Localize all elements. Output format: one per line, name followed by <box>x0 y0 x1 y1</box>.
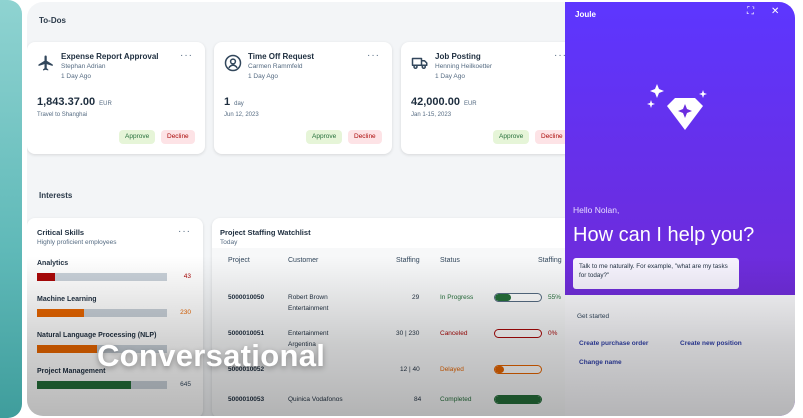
todo-age: 1 Day Ago <box>248 73 278 80</box>
expand-icon[interactable]: ⛶ <box>747 6 754 17</box>
project-id[interactable]: 5000010051 <box>228 330 264 337</box>
airplane-icon <box>38 55 53 71</box>
skill-value: 43 <box>183 273 191 280</box>
todo-subtitle: Travel to Shanghai <box>37 112 88 118</box>
todo-unit: day <box>234 101 244 107</box>
customer-name: Robert Brown <box>288 294 328 301</box>
skill-name: Analytics <box>37 260 69 267</box>
todo-card-job-posting[interactable]: Job Posting Henning Heilkoetter 1 Day Ag… <box>401 42 579 154</box>
watchlist-title: Project Staffing Watchlist <box>220 228 311 237</box>
skill-bar-fill <box>37 345 97 353</box>
staffing-count: 84 <box>414 396 422 403</box>
adjacent-slide-edge <box>0 0 22 418</box>
project-id[interactable]: 5000010050 <box>228 294 264 301</box>
decline-button[interactable]: Decline <box>348 130 382 144</box>
joule-suggestions-area: Get started Create purchase order Create… <box>565 295 795 416</box>
more-options-icon[interactable]: ··· <box>180 50 193 61</box>
joule-title: Joule <box>575 10 596 19</box>
todo-card-expense[interactable]: Expense Report Approval Stephan Adrian 1… <box>27 42 205 154</box>
watchlist-table: Project Customer Staffing Status Staffin… <box>212 248 612 416</box>
staffing-progress-fill <box>495 366 505 373</box>
skill-bar-fill <box>37 309 84 317</box>
todo-card-time-off[interactable]: Time Off Request Carmen Rammfeld 1 Day A… <box>214 42 392 154</box>
headline-text: How can I help you? <box>573 224 755 246</box>
todos-section-title: To-Dos <box>39 16 66 25</box>
more-options-icon[interactable]: ··· <box>178 226 191 237</box>
skills-subtitle: Highly proficient employees <box>37 239 117 246</box>
staffing-progress-bar <box>494 395 542 404</box>
column-header-staffing-progress: Staffing <box>538 257 562 264</box>
chip-change-name[interactable]: Change name <box>579 359 622 366</box>
customer-name-line2: Entertainment <box>288 305 329 312</box>
approve-button[interactable]: Approve <box>306 130 343 144</box>
critical-skills-card[interactable]: Critical Skills Highly proficient employ… <box>27 218 203 416</box>
todo-person: Stephan Adrian <box>61 63 106 70</box>
todo-person: Carmen Rammfeld <box>248 63 303 70</box>
staffing-percent: 55% <box>548 294 562 301</box>
todo-title: Expense Report Approval <box>61 52 159 61</box>
skill-bar-fill <box>37 381 131 389</box>
approve-button[interactable]: Approve <box>493 130 530 144</box>
staffing-progress-bar <box>494 329 542 338</box>
staffing-count: 29 <box>412 294 420 301</box>
skill-bar-fill <box>37 273 56 281</box>
skill-value: 645 <box>180 381 191 388</box>
skill-value: 230 <box>180 309 191 316</box>
staffing-progress-bar <box>494 365 542 374</box>
column-header-customer: Customer <box>288 257 319 264</box>
staffing-percent: 0% <box>548 330 558 337</box>
todo-age: 1 Day Ago <box>435 73 465 80</box>
skill-name: Machine Learning <box>37 296 97 303</box>
project-id[interactable]: 5000010053 <box>228 396 264 403</box>
staffing-count: 12 | 40 <box>400 366 420 373</box>
staffing-progress-fill <box>495 396 541 403</box>
interests-section-title: Interests <box>39 191 73 200</box>
skill-bar <box>37 309 167 317</box>
watchlist-subtitle: Today <box>220 239 238 246</box>
todo-unit: EUR <box>99 101 112 107</box>
approve-button[interactable]: Approve <box>119 130 156 144</box>
todo-subtitle: Jan 1-15, 2023 <box>411 112 452 118</box>
diamond-sparkle-icon <box>647 84 707 130</box>
todo-title: Job Posting <box>435 52 481 61</box>
todo-amount: 42,000.00 EUR <box>411 96 477 108</box>
todo-amount: 1 day <box>224 96 244 108</box>
app-preview-frame: To-Dos Expense Report Approval Stephan A… <box>27 2 795 416</box>
skill-bar <box>37 273 167 281</box>
greeting-text: Hello Nolan, <box>573 205 620 215</box>
todo-title: Time Off Request <box>248 52 315 61</box>
staffing-progress-fill <box>495 294 512 301</box>
chip-create-purchase-order[interactable]: Create purchase order <box>579 340 648 347</box>
todo-age: 1 Day Ago <box>61 73 91 80</box>
todo-subtitle: Jun 12, 2023 <box>224 112 259 118</box>
decline-button[interactable]: Decline <box>535 130 569 144</box>
more-options-icon[interactable]: ··· <box>367 50 380 61</box>
customer-name: Entertainment <box>288 330 329 337</box>
todo-person: Henning Heilkoetter <box>435 63 493 70</box>
skill-name: Project Management <box>37 368 106 375</box>
skill-bar <box>37 381 167 389</box>
decline-button[interactable]: Decline <box>161 130 195 144</box>
customer-name: Quinica Vodafonos <box>288 396 343 403</box>
status-text: In Progress <box>440 294 474 301</box>
staffing-watchlist-card[interactable]: Project Staffing Watchlist Today Project… <box>212 218 612 416</box>
column-header-staffing: Staffing <box>396 257 420 264</box>
status-text: Completed <box>440 396 472 403</box>
status-text: Canceled <box>440 330 468 337</box>
person-icon <box>224 54 242 72</box>
chip-create-new-position[interactable]: Create new position <box>680 340 742 347</box>
skills-title: Critical Skills <box>37 228 85 237</box>
staffing-progress-bar <box>494 293 542 302</box>
column-header-status: Status <box>440 257 460 264</box>
staffing-count: 30 | 230 <box>396 330 420 337</box>
feature-caption: Conversational <box>97 338 326 373</box>
truck-icon <box>411 57 428 69</box>
get-started-label: Get started <box>577 313 610 320</box>
todo-amount: 1,843.37.00 EUR <box>37 96 112 108</box>
todo-unit: EUR <box>463 101 477 107</box>
close-icon[interactable]: ✕ <box>771 6 779 17</box>
suggestion-bubble: Talk to me naturally. For example, "what… <box>573 258 739 289</box>
status-text: Delayed <box>440 366 464 373</box>
column-header-project: Project <box>228 257 250 264</box>
